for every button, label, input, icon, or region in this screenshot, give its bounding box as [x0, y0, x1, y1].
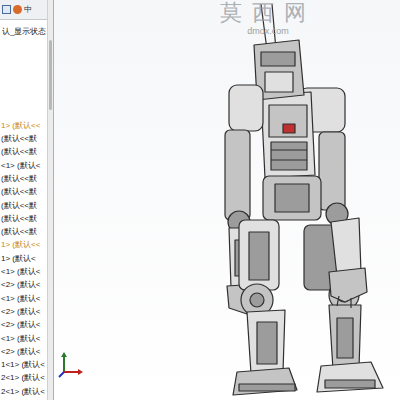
scrollbar[interactable]	[47, 0, 53, 400]
tree-item[interactable]: (默认<<默	[0, 172, 47, 185]
graphics-area[interactable]: 莫西网dmox.com	[54, 0, 400, 400]
panel-toolbar: 中	[0, 0, 47, 20]
tree-item[interactable]: <1> (默认<	[0, 159, 47, 172]
tree-item[interactable]: (默认<<默	[0, 199, 47, 212]
tree-item[interactable]: <2> (默认<	[0, 278, 47, 291]
tree-item[interactable]: <2> (默认<	[0, 345, 47, 358]
tree-item[interactable]: 1<1> (默认<	[0, 358, 47, 371]
tree-item[interactable]: 2<1> (默认<	[0, 371, 47, 384]
tree-item[interactable]: (默认<<默	[0, 225, 47, 238]
tree-item[interactable]: 1> (默认<<	[0, 238, 47, 251]
robot-model[interactable]	[54, 0, 400, 400]
property-tab-icon[interactable]	[13, 5, 22, 14]
tree-item[interactable]: <2> (默认<	[0, 318, 47, 331]
feature-tree-panel: 中认_显示状态1> (默认<<(默认<<默(默认<<默<1> (默认<(默认<<…	[0, 0, 54, 400]
tree-item[interactable]: 1> (默认<<	[0, 119, 47, 132]
tree-item[interactable]: <2> (默认<	[0, 305, 47, 318]
solidworks-window: 中认_显示状态1> (默认<<(默认<<默(默认<<默<1> (默认<(默认<<…	[0, 0, 400, 400]
toolbar-tab[interactable]: 中	[24, 6, 32, 14]
tree-item[interactable]: 2<1> (默认<	[0, 385, 47, 398]
tree-item[interactable]: (默认<<默	[0, 132, 47, 145]
tree-item[interactable]: <1> (默认<	[0, 292, 47, 305]
tree-item[interactable]: <1> (默认<	[0, 265, 47, 278]
tree-tab-icon[interactable]	[2, 5, 11, 14]
tree-item[interactable]: 1> (默认<	[0, 252, 47, 265]
watermark: 莫西网dmox.com	[220, 0, 316, 36]
tree-item[interactable]: <1> (默认<	[0, 332, 47, 345]
tree-item[interactable]: (默认<<默	[0, 145, 47, 158]
axis-triad-icon	[58, 352, 84, 378]
tree-item[interactable]: (默认<<默	[0, 185, 47, 198]
tree-item[interactable]: (默认<<默	[0, 212, 47, 225]
config-header: 认_显示状态	[0, 26, 47, 37]
